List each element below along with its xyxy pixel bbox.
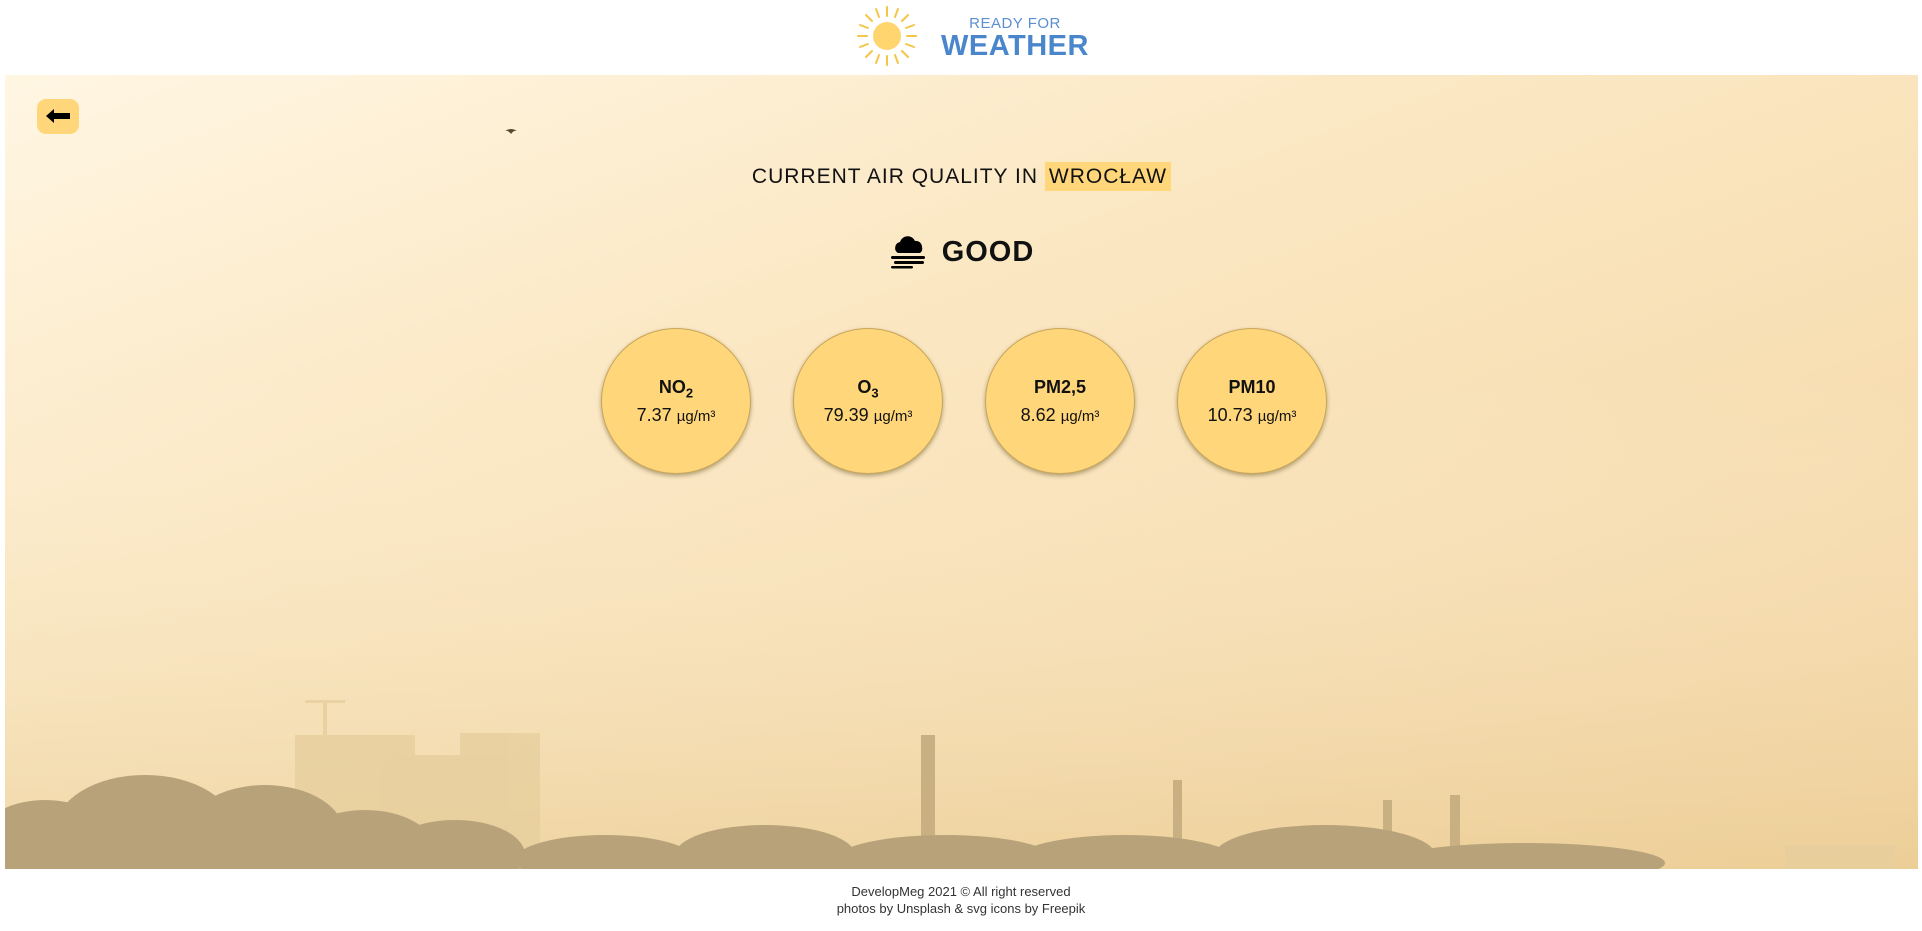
header: READY FOR WEATHER xyxy=(0,0,1922,75)
footer: DevelopMeg 2021 © All right reserved pho… xyxy=(0,883,1922,917)
city-skyline-background xyxy=(5,129,1918,869)
city-name: WROCŁAW xyxy=(1044,162,1172,191)
logo[interactable]: READY FOR WEATHER xyxy=(855,4,1088,66)
pollutant-value: 79.39 µg/m³ xyxy=(823,405,913,425)
status-label: GOOD xyxy=(941,235,1035,268)
title-prefix: CURRENT AIR QUALITY IN xyxy=(751,165,1039,188)
page-title: CURRENT AIR QUALITY IN WROCŁAW xyxy=(5,162,1918,191)
footer-copyright: DevelopMeg 2021 © All right reserved xyxy=(851,884,1071,899)
pollutant-card-o3: O3 79.39 µg/m³ xyxy=(793,328,943,474)
arrow-left-icon xyxy=(46,109,70,123)
back-button[interactable] xyxy=(37,99,79,134)
pollutant-name: PM10 xyxy=(1228,377,1276,397)
logo-title: WEATHER xyxy=(941,30,1089,62)
pollutant-value: 7.37 µg/m³ xyxy=(636,405,716,425)
footer-credits: photos by Unsplash & svg icons by Freepi… xyxy=(836,901,1086,916)
pollutant-name: NO2 xyxy=(658,377,694,401)
air-quality-status: GOOD xyxy=(5,235,1918,277)
hero-section: CURRENT AIR QUALITY IN WROCŁAW GOOD NO2 … xyxy=(5,75,1918,869)
sun-icon xyxy=(857,6,917,66)
pollutant-card-no2: NO2 7.37 µg/m³ xyxy=(601,328,751,474)
cloud-fog-icon xyxy=(890,236,925,269)
pollutant-value: 10.73 µg/m³ xyxy=(1207,405,1297,425)
pollutant-name: PM2,5 xyxy=(1033,377,1087,397)
pollutant-value: 8.62 µg/m³ xyxy=(1020,405,1100,425)
pollutant-name: O3 xyxy=(857,377,879,401)
pollutant-card-pm10: PM10 10.73 µg/m³ xyxy=(1177,328,1327,474)
pollutant-card-pm25: PM2,5 8.62 µg/m³ xyxy=(985,328,1135,474)
